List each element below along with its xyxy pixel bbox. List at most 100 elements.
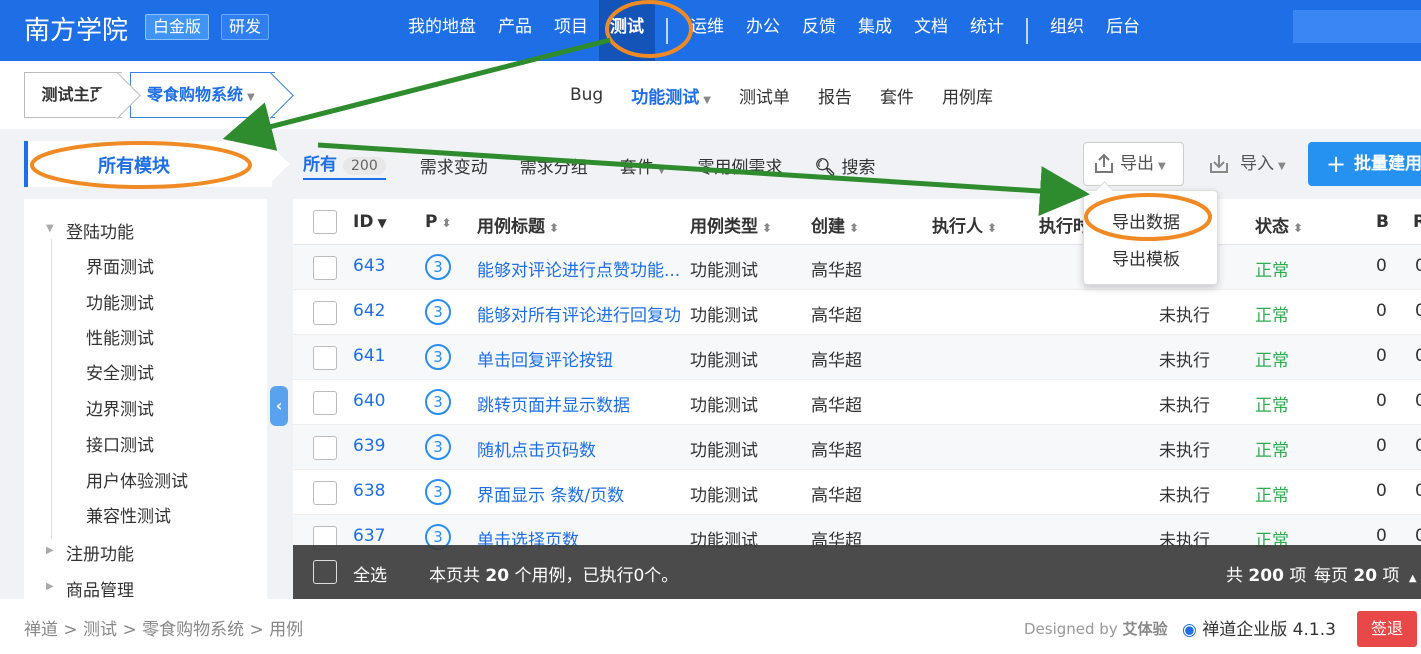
nav-project[interactable]: 项目 (543, 0, 599, 61)
subnav-report[interactable]: 报告 (804, 83, 866, 108)
sub-nav: Bug 功能测试 ▼ 测试单 报告 套件 用例库 (556, 61, 1007, 129)
logout-button[interactable]: 签退 (1357, 611, 1417, 647)
caret-right-icon[interactable]: ▶ (46, 581, 54, 592)
tab-req-change[interactable]: 需求变动 (420, 153, 488, 178)
tree-leaf[interactable]: 用户体验测试 (86, 467, 188, 492)
product-version-label: 禅道企业版 4.1.3 (1202, 620, 1336, 640)
caret-down-icon[interactable]: ▼ (46, 223, 54, 234)
global-search-input[interactable] (1293, 10, 1421, 43)
tree-leaf[interactable]: 安全测试 (86, 359, 154, 384)
col-creator[interactable]: 创建 ⬍ (811, 212, 859, 237)
case-id[interactable]: 640 (353, 391, 385, 411)
nav-test[interactable]: 测试 (599, 0, 655, 61)
tab-zero-case[interactable]: 零用例需求 (697, 153, 782, 178)
nav-docs[interactable]: 文档 (903, 0, 959, 61)
row-checkbox[interactable] (313, 346, 337, 370)
tree-leaf[interactable]: 性能测试 (86, 324, 154, 349)
crumb-product-select[interactable]: 零食购物系统 ▼ (130, 72, 275, 118)
table-row[interactable]: 641 3 单击回复评论按钮 功能测试 高华超 未执行 正常 0 0 (293, 335, 1421, 380)
subnav-functional-test[interactable]: 功能测试 ▼ (617, 83, 725, 108)
case-title[interactable]: 跳转页面并显示数据 (477, 391, 682, 416)
row-checkbox[interactable] (313, 436, 337, 460)
tab-req-group[interactable]: 需求分组 (520, 153, 588, 178)
col-bugs[interactable]: B (1376, 212, 1389, 232)
tree-leaf[interactable]: 边界测试 (86, 395, 154, 420)
crumb-test-home[interactable]: 测试主页 (24, 72, 122, 118)
select-all-checkbox[interactable] (313, 560, 337, 584)
subnav-bug[interactable]: Bug (556, 85, 617, 105)
tree-leaf[interactable]: 接口测试 (86, 431, 154, 456)
tree-node-login[interactable]: 登陆功能 (66, 218, 134, 243)
col-title[interactable]: 用例标题 ⬍ (477, 212, 559, 237)
case-title[interactable]: 能够对评论进行点赞功能... (477, 256, 682, 281)
nav-ops[interactable]: 运维 (679, 0, 735, 61)
sub-navbar: 测试主页 零食购物系统 ▼ Bug 功能测试 ▼ 测试单 报告 套件 用例库 (0, 61, 1421, 129)
table-row[interactable]: 639 3 随机点击页码数 功能测试 高华超 未执行 正常 0 0 (293, 425, 1421, 470)
case-id[interactable]: 637 (353, 526, 385, 546)
priority-badge: 3 (425, 254, 451, 280)
row-checkbox[interactable] (313, 391, 337, 415)
import-button[interactable]: 导入 ▼ (1206, 142, 1294, 186)
case-id[interactable]: 638 (353, 481, 385, 501)
nav-integration[interactable]: 集成 (847, 0, 903, 61)
tree-leaf[interactable]: 界面测试 (86, 253, 154, 278)
export-template-item[interactable]: 导出模板 (1112, 245, 1180, 270)
table-row[interactable]: 643 3 能够对评论进行点赞功能... 功能测试 高华超 正常 0 0 (293, 245, 1421, 290)
tree-node-goods[interactable]: 商品管理 (66, 576, 134, 599)
export-button[interactable]: 导出 ▼ (1083, 142, 1184, 186)
tree-leaf[interactable]: 兼容性测试 (86, 502, 171, 527)
table-row[interactable]: 638 3 界面显示 条数/页数 功能测试 高华超 未执行 正常 0 0 (293, 470, 1421, 515)
tab-all[interactable]: 所有 200 (303, 150, 386, 180)
tree-node-register[interactable]: 注册功能 (66, 540, 134, 565)
collapse-sidebar-button[interactable]: ‹ (270, 386, 288, 426)
header-checkbox[interactable] (313, 210, 337, 234)
brand-title[interactable]: 南方学院 (24, 10, 128, 47)
col-status[interactable]: 状态 ⬍ (1255, 212, 1303, 237)
select-all-label[interactable]: 全选 (353, 561, 387, 586)
priority-badge: 3 (425, 299, 451, 325)
case-title[interactable]: 界面显示 条数/页数 (477, 481, 682, 506)
search-toggle[interactable]: 🔍︎ 搜索 (814, 153, 875, 178)
col-id[interactable]: ID ▼ (353, 212, 387, 232)
case-title[interactable]: 随机点击页码数 (477, 436, 682, 461)
table-row[interactable]: 642 3 能够对所有评论进行回复功 功能测试 高华超 未执行 正常 0 0 (293, 290, 1421, 335)
col-executor[interactable]: 执行人 ⬍ (932, 212, 997, 237)
table-row[interactable]: 640 3 跳转页面并显示数据 功能测试 高华超 未执行 正常 0 0 (293, 380, 1421, 425)
col-priority[interactable]: P ⬍ (425, 212, 452, 232)
export-data-item[interactable]: 导出数据 (1112, 208, 1180, 233)
row-checkbox[interactable] (313, 481, 337, 505)
batch-create-button[interactable]: + 批量建用 (1308, 142, 1421, 186)
subnav-suite[interactable]: 套件 (866, 83, 928, 108)
case-title[interactable]: 能够对所有评论进行回复功 (477, 301, 682, 326)
caret-right-icon[interactable]: ▶ (46, 545, 54, 556)
case-title[interactable]: 单击回复评论按钮 (477, 346, 682, 371)
case-id[interactable]: 642 (353, 301, 385, 321)
nav-org[interactable]: 组织 (1039, 0, 1095, 61)
tab-suite[interactable]: 套件 ▼ (620, 153, 666, 178)
row-checkbox[interactable] (313, 301, 337, 325)
case-id[interactable]: 639 (353, 436, 385, 456)
col-type[interactable]: 用例类型 ⬍ (690, 212, 772, 237)
nav-stats[interactable]: 统计 (959, 0, 1015, 61)
nav-office[interactable]: 办公 (735, 0, 791, 61)
all-modules-header[interactable]: 所有模块 (24, 141, 272, 187)
footer: 禅道 > 测试 > 零食购物系统 > 用例 Designed by 艾体验 ◉ … (0, 599, 1421, 654)
batch-create-label: 批量建用 (1354, 154, 1421, 174)
footer-breadcrumb[interactable]: 禅道 > 测试 > 零食购物系统 > 用例 (24, 615, 303, 640)
subnav-test-task[interactable]: 测试单 (725, 83, 804, 108)
row-checkbox[interactable] (313, 256, 337, 280)
product-version[interactable]: ◉ 禅道企业版 4.1.3 (1182, 615, 1336, 640)
per-page-selector[interactable]: 每页 20 项 ▲ (1314, 561, 1417, 586)
nav-product[interactable]: 产品 (487, 0, 543, 61)
subnav-case-library[interactable]: 用例库 (928, 83, 1007, 108)
case-type: 功能测试 (690, 306, 758, 326)
case-type: 功能测试 (690, 261, 758, 281)
tree-leaf[interactable]: 功能测试 (86, 289, 154, 314)
nav-feedback[interactable]: 反馈 (791, 0, 847, 61)
nav-dashboard[interactable]: 我的地盘 (397, 0, 487, 61)
col-results[interactable]: R (1413, 212, 1421, 232)
mode-badge[interactable]: 研发 (221, 14, 270, 40)
case-id[interactable]: 641 (353, 346, 385, 366)
case-id[interactable]: 643 (353, 256, 385, 276)
nav-admin[interactable]: 后台 (1095, 0, 1151, 61)
